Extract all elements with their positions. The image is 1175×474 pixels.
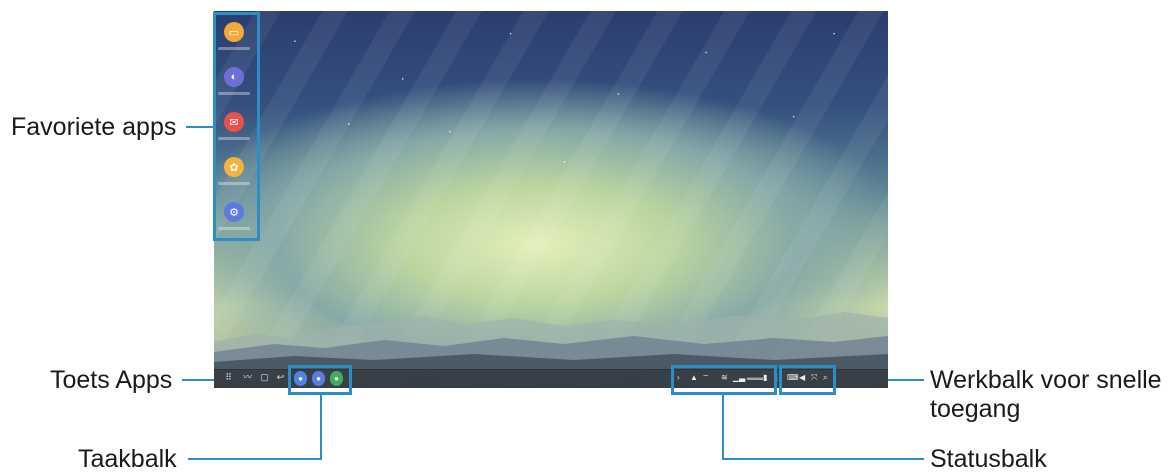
quick-access-highlight xyxy=(779,365,836,395)
recent-apps-icon[interactable]: 〰 xyxy=(242,372,253,383)
callout-apps-key-line xyxy=(182,379,216,381)
apps-grid-icon[interactable]: ⠿ xyxy=(223,372,234,383)
callout-taskbar: Taakbalk xyxy=(78,445,177,473)
statusbar-highlight xyxy=(671,365,777,395)
callout-favorite-apps-line xyxy=(186,126,214,128)
callout-taskbar-line-v xyxy=(320,395,322,460)
callout-taskbar-line-h xyxy=(188,458,322,460)
callout-statusbar-line-h xyxy=(722,458,924,460)
taskbar-highlight xyxy=(288,365,352,395)
callout-quick-access-line1: Werkbalk voor snelle xyxy=(930,366,1162,394)
favorite-apps-highlight xyxy=(213,12,260,241)
callout-statusbar-line-v xyxy=(722,395,724,460)
callout-quick-access: Werkbalk voor snelle toegang xyxy=(930,366,1162,424)
callout-apps-key: Toets Apps xyxy=(50,366,173,394)
desktop-screen: ▭ ◐ ✉ ✿ ⚙ ⠿ 〰 ▢ ↩ ● ● ● › ▲ ⌔ ≋ ▁▃ ▬▬ ▮ ⋮ ⌨ ◀ … xyxy=(214,11,888,388)
callout-favorite-apps: Favoriete apps xyxy=(11,113,177,141)
back-icon[interactable]: ↩ xyxy=(275,372,286,383)
home-icon[interactable]: ▢ xyxy=(259,372,270,383)
wallpaper-hills xyxy=(214,312,888,370)
callout-statusbar: Statusbalk xyxy=(930,445,1047,473)
callout-quick-access-line2: toegang xyxy=(930,395,1021,423)
